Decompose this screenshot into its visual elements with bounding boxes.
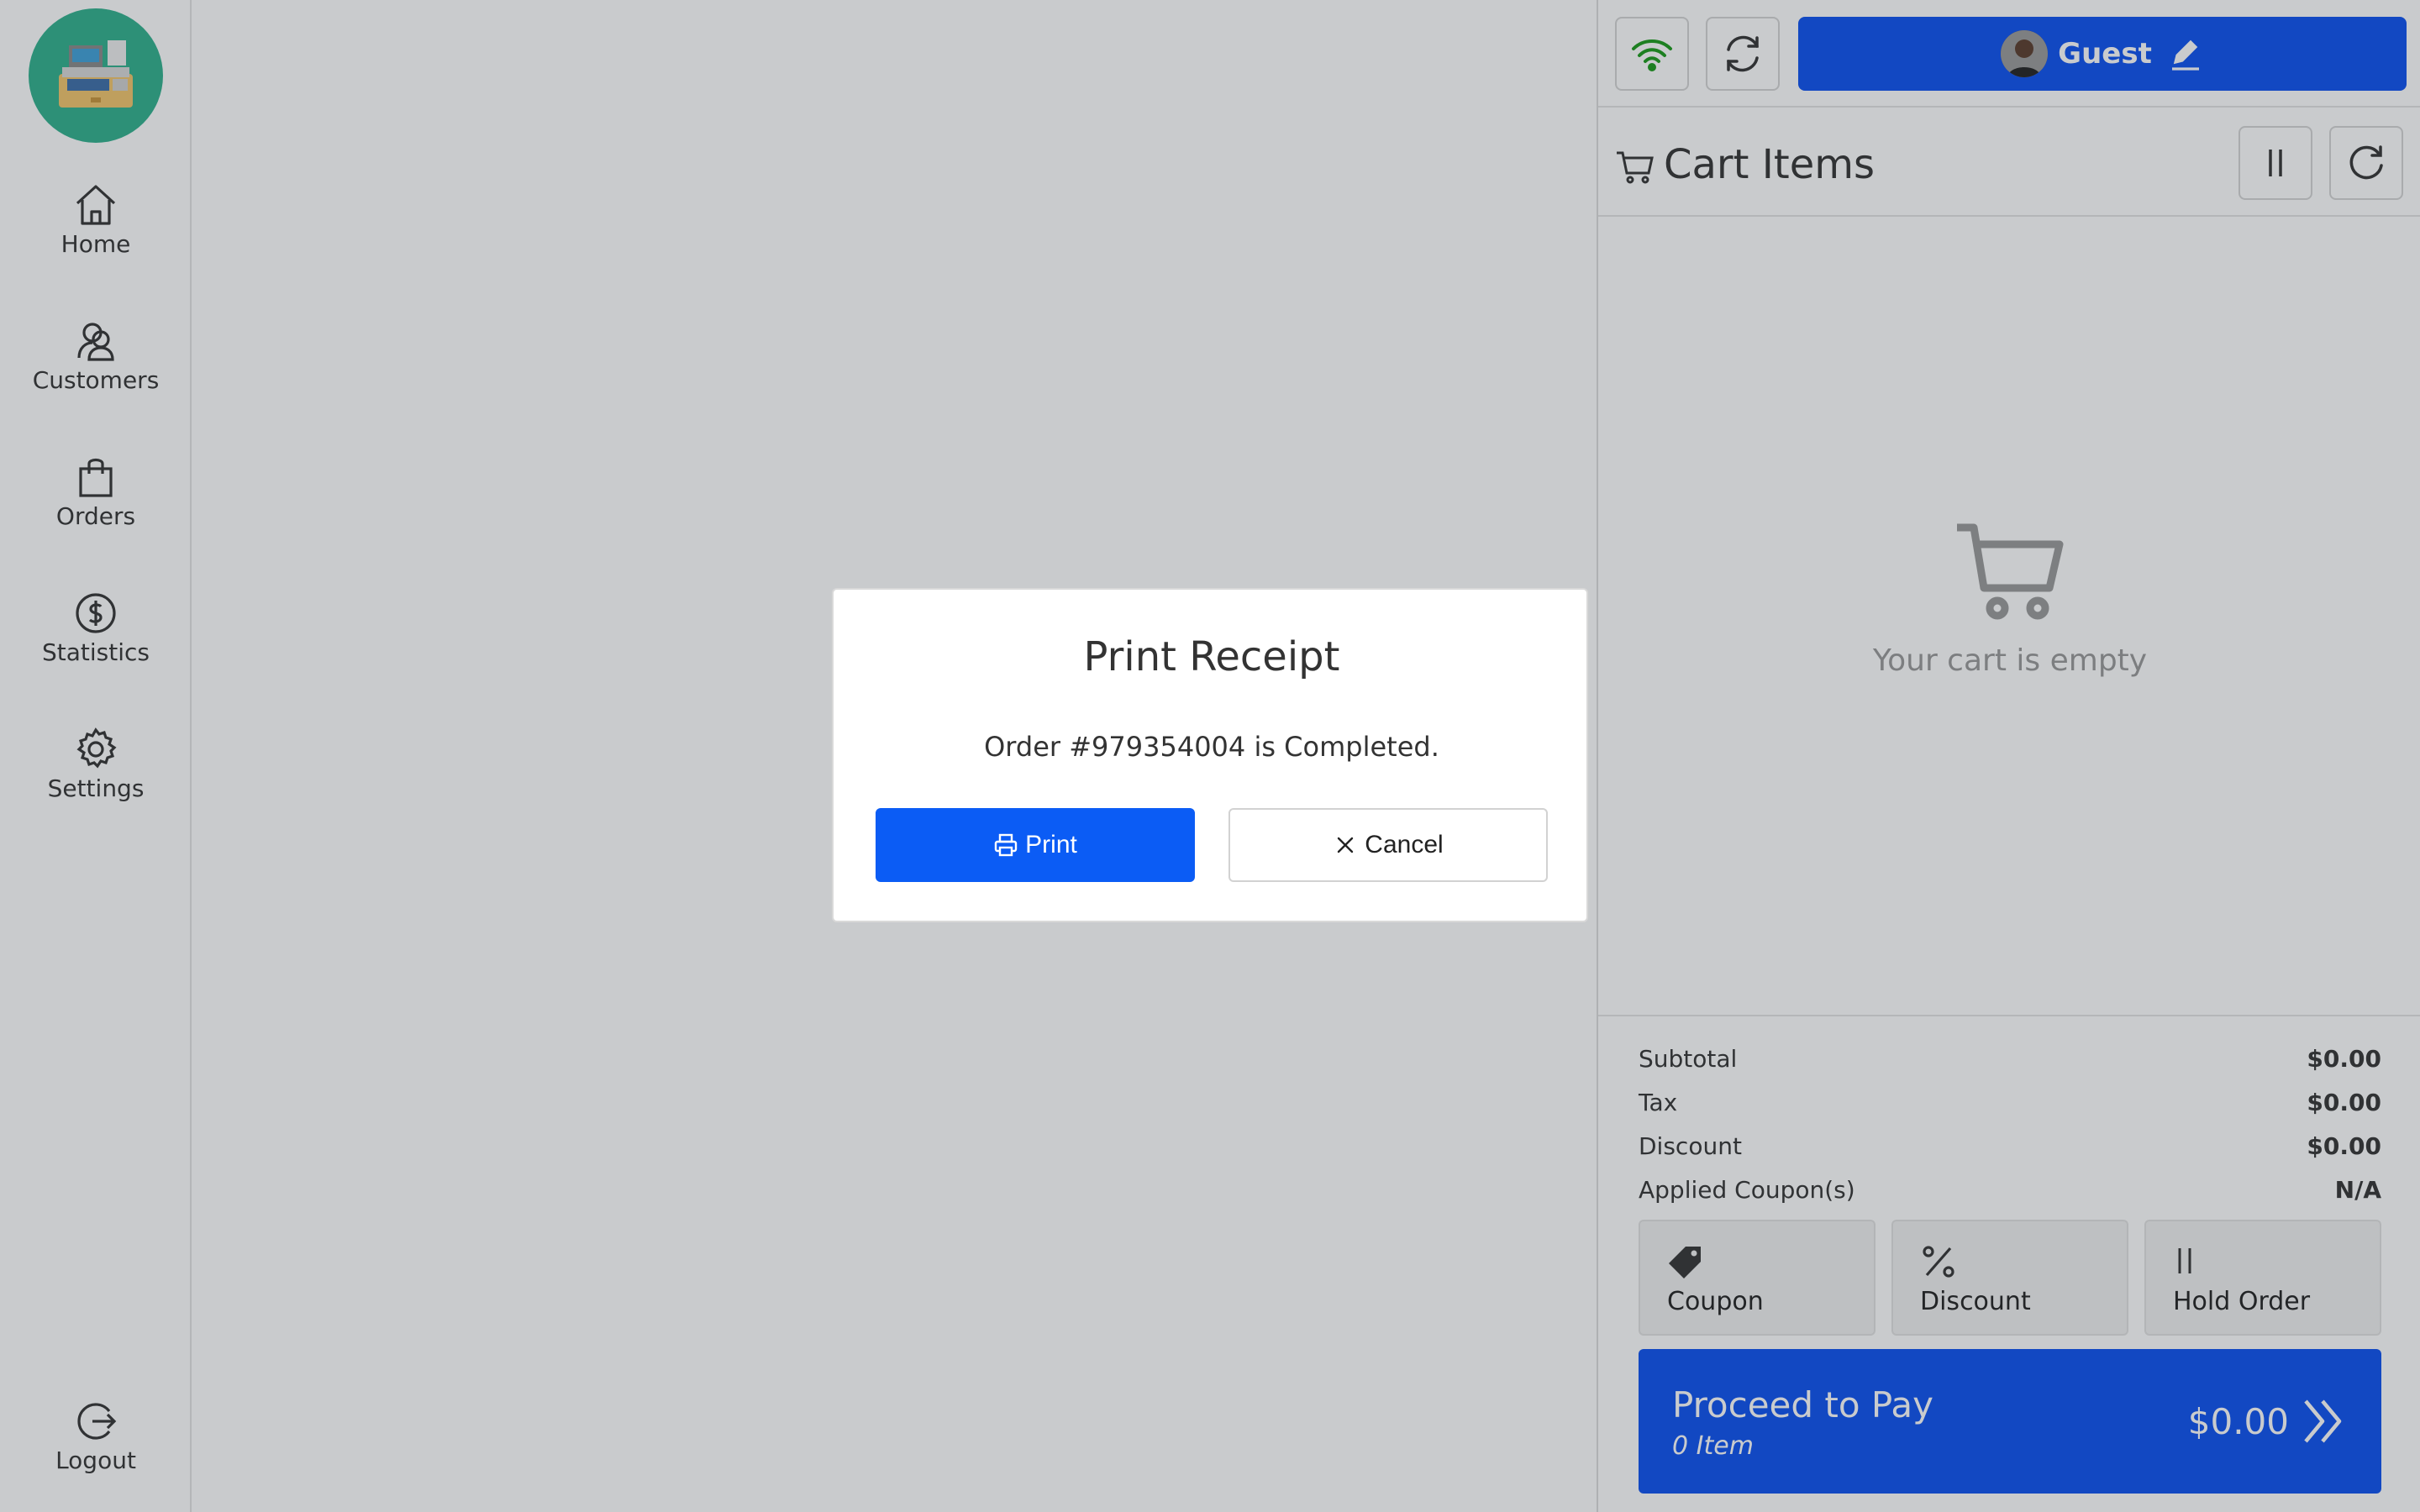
close-icon	[1338, 837, 1354, 853]
dialog-message: Order #979354004 is Completed.	[984, 731, 1439, 763]
print-receipt-dialog: Print Receipt Order #979354004 is Comple…	[832, 588, 1588, 922]
printer-icon	[994, 833, 1018, 857]
cancel-button[interactable]: Cancel	[1228, 808, 1548, 882]
print-label: Print	[1025, 831, 1077, 858]
print-button[interactable]: Print	[876, 808, 1195, 882]
dialog-title: Print Receipt	[1083, 633, 1340, 680]
cancel-label: Cancel	[1365, 831, 1444, 858]
